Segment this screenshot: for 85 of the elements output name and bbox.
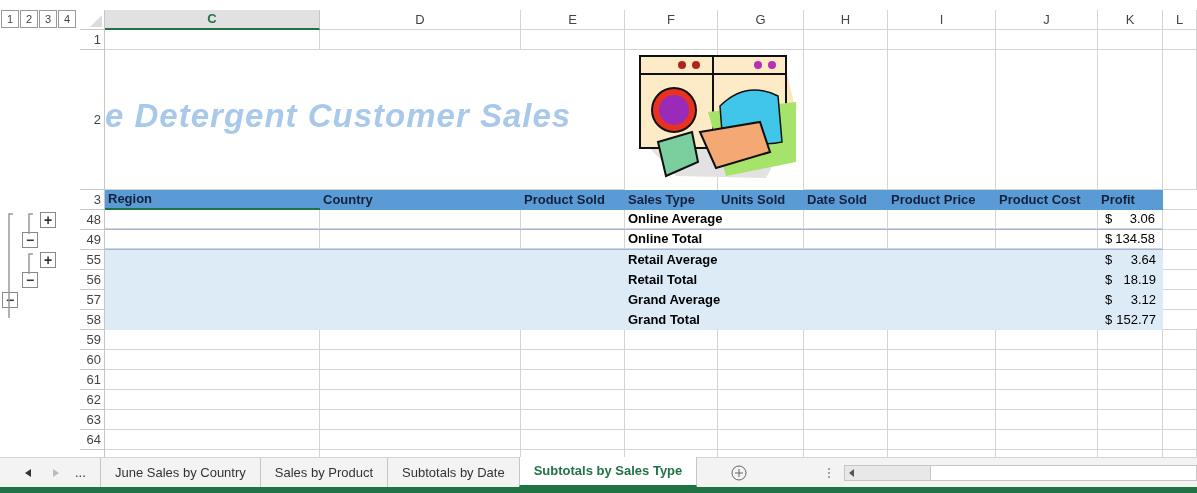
horizontal-scrollbar[interactable] (844, 464, 1197, 481)
row-number[interactable]: 63 (80, 410, 105, 430)
table-cell: Profit (1098, 190, 1163, 210)
outline-toggle-button[interactable]: − (22, 272, 38, 288)
column-header[interactable]: H (804, 10, 888, 30)
row-number[interactable]: 58 (80, 310, 105, 330)
row-number[interactable]: 2 (80, 50, 105, 190)
scroll-left-icon[interactable] (25, 468, 31, 477)
currency-symbol: $ (1105, 311, 1113, 330)
column-header[interactable]: F (625, 10, 718, 30)
table-cell: Product Cost (996, 190, 1098, 210)
table-cell: Sales Type (625, 190, 718, 210)
scroll-left-icon[interactable] (849, 468, 855, 477)
table-cell (1163, 390, 1197, 410)
sheet-title: e Detergent Customer Sales (105, 95, 572, 136)
outline-toggle-button[interactable]: + (40, 252, 56, 268)
table-cell: Online Average (625, 210, 804, 229)
row-number[interactable]: 60 (80, 350, 105, 370)
table-cell: Product Price (888, 190, 996, 210)
more-sheets-link[interactable]: ... (75, 462, 86, 483)
table-cell: Units Sold (718, 190, 804, 210)
column-header[interactable]: I (888, 10, 996, 30)
table-cell-text: Retail Total (627, 271, 699, 290)
column-header[interactable]: C (105, 10, 320, 30)
table-cell-text: Grand Total (627, 311, 701, 330)
outline-toggle-button[interactable]: + (40, 212, 56, 228)
column-header[interactable]: K (1098, 10, 1163, 30)
table-cell (1163, 410, 1197, 430)
row-number[interactable]: 55 (80, 250, 105, 270)
table-cell-text: Grand Average (627, 291, 722, 310)
row-number[interactable]: 3 (80, 190, 105, 210)
row-number[interactable]: 64 (80, 430, 105, 450)
table-cell: Product Sold (521, 190, 625, 210)
table-cell (1098, 30, 1163, 50)
profit-value: 152.77 (1116, 311, 1156, 330)
currency-symbol: $ (1105, 291, 1113, 310)
column-header[interactable]: J (996, 10, 1098, 30)
splitter-icon[interactable] (827, 466, 832, 479)
table-cell (1098, 330, 1163, 350)
table-cell: Online Total (625, 230, 804, 249)
table-cell: Date Sold (804, 190, 888, 210)
table-cell (1163, 30, 1197, 50)
table-cell (1098, 370, 1163, 390)
column-header[interactable]: L (1163, 10, 1197, 30)
profit-value: 18.19 (1123, 271, 1156, 290)
select-all-icon[interactable] (90, 15, 102, 27)
outline-toggle-button[interactable]: − (22, 232, 38, 248)
row-number[interactable]: 62 (80, 390, 105, 410)
currency-symbol: $ (1105, 210, 1113, 229)
outline-level-button[interactable]: 2 (20, 10, 38, 28)
row-number[interactable]: 59 (80, 330, 105, 350)
currency-symbol: $ (1105, 271, 1113, 290)
table-cell (1163, 430, 1197, 450)
currency-symbol: $ (1105, 230, 1113, 249)
table-cell (1098, 390, 1163, 410)
table-cell (1098, 430, 1163, 450)
column-header[interactable]: D (320, 10, 521, 30)
sheet-tab[interactable]: Subtotals by Sales Type (518, 457, 698, 487)
row-number[interactable]: 48 (80, 210, 105, 230)
outline-level-button[interactable]: 4 (58, 10, 76, 28)
scrollbar-thumb[interactable] (930, 465, 1196, 480)
currency-symbol: $ (1105, 251, 1113, 270)
table-cell (1098, 350, 1163, 370)
column-header[interactable]: E (521, 10, 625, 30)
profit-value: 134.58 (1115, 230, 1155, 249)
table-cell (1163, 350, 1197, 370)
row-number[interactable]: 56 (80, 270, 105, 290)
scroll-right-icon[interactable] (53, 468, 59, 477)
add-sheet-icon[interactable] (731, 464, 748, 481)
table-cell: Country (320, 190, 521, 210)
row-number[interactable]: 57 (80, 290, 105, 310)
row-number[interactable]: 1 (80, 30, 105, 50)
row-number[interactable]: 61 (80, 370, 105, 390)
profit-value: 3.12 (1130, 291, 1156, 310)
table-cell: Region (105, 190, 320, 210)
table-cell (1163, 330, 1197, 350)
row-number[interactable]: 49 (80, 230, 105, 250)
profit-value: 3.06 (1129, 210, 1155, 229)
outline-level-button[interactable]: 3 (39, 10, 57, 28)
profit-value: 3.64 (1130, 251, 1156, 270)
table-cell (1098, 410, 1163, 430)
column-header[interactable]: G (718, 10, 804, 30)
table-cell (1163, 370, 1197, 390)
table-cell-text: Retail Average (627, 251, 719, 270)
outline-level-button[interactable]: 1 (1, 10, 19, 28)
